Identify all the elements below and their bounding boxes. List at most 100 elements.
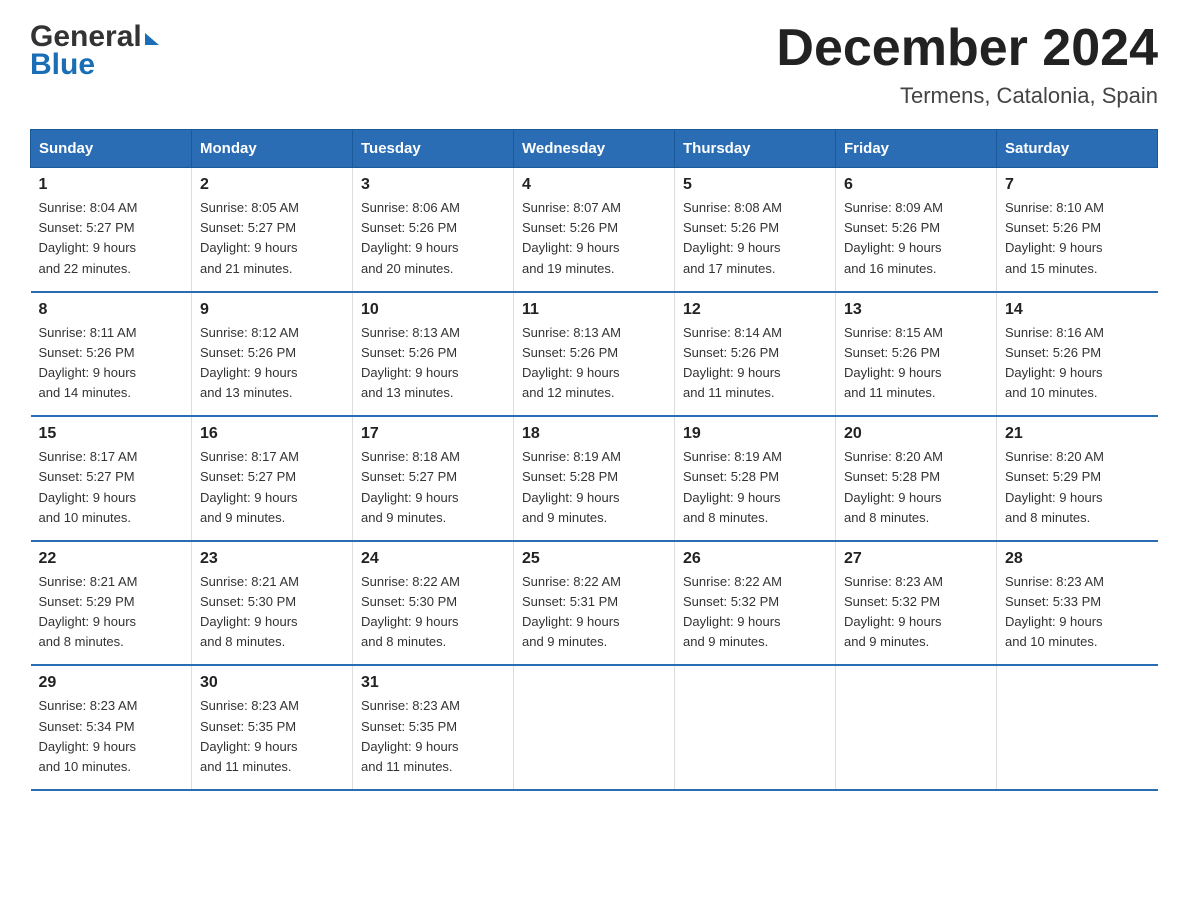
day-info: Sunrise: 8:19 AMSunset: 5:28 PMDaylight:… bbox=[522, 447, 666, 528]
calendar-cell: 3Sunrise: 8:06 AMSunset: 5:26 PMDaylight… bbox=[353, 168, 514, 292]
calendar-cell: 15 Sunrise: 8:17 AMSunset: 5:27 PMDayligh… bbox=[31, 416, 192, 541]
day-info: Sunrise: 8:20 AMSunset: 5:28 PMDaylight:… bbox=[844, 447, 988, 528]
day-number: 15 bbox=[39, 425, 184, 443]
day-info: Sunrise: 8:07 AMSunset: 5:26 PMDaylight:… bbox=[522, 198, 666, 279]
day-info: Sunrise: 8:13 AMSunset: 5:26 PMDaylight:… bbox=[522, 323, 666, 404]
day-info: Sunrise: 8:15 AMSunset: 5:26 PMDaylight:… bbox=[844, 323, 988, 404]
calendar-cell: 8 Sunrise: 8:11 AMSunset: 5:26 PMDaylight… bbox=[31, 292, 192, 417]
calendar-cell: 1 Sunrise: 8:04 AMSunset: 5:27 PMDaylight… bbox=[31, 168, 192, 292]
calendar-cell: 24Sunrise: 8:22 AMSunset: 5:30 PMDayligh… bbox=[353, 541, 514, 666]
calendar-cell: 18 Sunrise: 8:19 AMSunset: 5:28 PMDayligh… bbox=[514, 416, 675, 541]
calendar-cell bbox=[836, 665, 997, 790]
day-info: Sunrise: 8:12 AMSunset: 5:26 PMDaylight:… bbox=[200, 323, 344, 404]
day-number: 10 bbox=[361, 301, 505, 319]
title-block: December 2024 Termens, Catalonia, Spain bbox=[776, 20, 1158, 109]
day-number: 25 bbox=[522, 550, 666, 568]
day-number: 23 bbox=[200, 550, 344, 568]
calendar-header-row: SundayMondayTuesdayWednesdayThursdayFrid… bbox=[31, 130, 1158, 168]
calendar-cell: 29Sunrise: 8:23 AMSunset: 5:34 PMDayligh… bbox=[31, 665, 192, 790]
day-number: 24 bbox=[361, 550, 505, 568]
day-info: Sunrise: 8:17 AMSunset: 5:27 PMDaylight:… bbox=[39, 447, 184, 528]
calendar-cell: 14Sunrise: 8:16 AMSunset: 5:26 PMDayligh… bbox=[997, 292, 1158, 417]
day-number: 8 bbox=[39, 301, 184, 319]
week-row-5: 29Sunrise: 8:23 AMSunset: 5:34 PMDayligh… bbox=[31, 665, 1158, 790]
calendar-cell: 11 Sunrise: 8:13 AMSunset: 5:26 PMDayligh… bbox=[514, 292, 675, 417]
calendar-cell: 27 Sunrise: 8:23 AMSunset: 5:32 PMDayligh… bbox=[836, 541, 997, 666]
calendar-cell: 28Sunrise: 8:23 AMSunset: 5:33 PMDayligh… bbox=[997, 541, 1158, 666]
day-info: Sunrise: 8:23 AMSunset: 5:32 PMDaylight:… bbox=[844, 572, 988, 653]
day-info: Sunrise: 8:05 AMSunset: 5:27 PMDaylight:… bbox=[200, 198, 344, 279]
page-header: General Blue December 2024 Termens, Cata… bbox=[30, 20, 1158, 109]
day-number: 20 bbox=[844, 425, 988, 443]
calendar-cell: 13 Sunrise: 8:15 AMSunset: 5:26 PMDayligh… bbox=[836, 292, 997, 417]
day-number: 7 bbox=[1005, 176, 1150, 194]
calendar-cell: 31Sunrise: 8:23 AMSunset: 5:35 PMDayligh… bbox=[353, 665, 514, 790]
day-number: 30 bbox=[200, 674, 344, 692]
day-info: Sunrise: 8:23 AMSunset: 5:35 PMDaylight:… bbox=[200, 696, 344, 777]
calendar-cell: 6 Sunrise: 8:09 AMSunset: 5:26 PMDaylight… bbox=[836, 168, 997, 292]
calendar-cell: 21 Sunrise: 8:20 AMSunset: 5:29 PMDayligh… bbox=[997, 416, 1158, 541]
calendar-cell: 22 Sunrise: 8:21 AMSunset: 5:29 PMDayligh… bbox=[31, 541, 192, 666]
calendar-table: SundayMondayTuesdayWednesdayThursdayFrid… bbox=[30, 129, 1158, 791]
day-number: 22 bbox=[39, 550, 184, 568]
day-info: Sunrise: 8:23 AMSunset: 5:35 PMDaylight:… bbox=[361, 696, 505, 777]
calendar-cell: 9 Sunrise: 8:12 AMSunset: 5:26 PMDaylight… bbox=[192, 292, 353, 417]
calendar-cell: 12Sunrise: 8:14 AMSunset: 5:26 PMDayligh… bbox=[675, 292, 836, 417]
day-info: Sunrise: 8:22 AMSunset: 5:32 PMDaylight:… bbox=[683, 572, 827, 653]
day-info: Sunrise: 8:06 AMSunset: 5:26 PMDaylight:… bbox=[361, 198, 505, 279]
header-tuesday: Tuesday bbox=[353, 130, 514, 168]
day-number: 18 bbox=[522, 425, 666, 443]
day-info: Sunrise: 8:11 AMSunset: 5:26 PMDaylight:… bbox=[39, 323, 184, 404]
header-friday: Friday bbox=[836, 130, 997, 168]
logo: General Blue bbox=[30, 20, 159, 82]
week-row-1: 1 Sunrise: 8:04 AMSunset: 5:27 PMDaylight… bbox=[31, 168, 1158, 292]
day-number: 6 bbox=[844, 176, 988, 194]
day-info: Sunrise: 8:08 AMSunset: 5:26 PMDaylight:… bbox=[683, 198, 827, 279]
day-info: Sunrise: 8:21 AMSunset: 5:29 PMDaylight:… bbox=[39, 572, 184, 653]
day-number: 16 bbox=[200, 425, 344, 443]
day-number: 12 bbox=[683, 301, 827, 319]
header-saturday: Saturday bbox=[997, 130, 1158, 168]
day-info: Sunrise: 8:10 AMSunset: 5:26 PMDaylight:… bbox=[1005, 198, 1150, 279]
week-row-3: 15 Sunrise: 8:17 AMSunset: 5:27 PMDayligh… bbox=[31, 416, 1158, 541]
day-info: Sunrise: 8:23 AMSunset: 5:34 PMDaylight:… bbox=[39, 696, 184, 777]
day-number: 1 bbox=[39, 176, 184, 194]
logo-blue: Blue bbox=[30, 48, 95, 82]
calendar-cell bbox=[514, 665, 675, 790]
calendar-cell bbox=[675, 665, 836, 790]
day-number: 21 bbox=[1005, 425, 1150, 443]
calendar-cell: 30 Sunrise: 8:23 AMSunset: 5:35 PMDayligh… bbox=[192, 665, 353, 790]
week-row-4: 22 Sunrise: 8:21 AMSunset: 5:29 PMDayligh… bbox=[31, 541, 1158, 666]
day-info: Sunrise: 8:09 AMSunset: 5:26 PMDaylight:… bbox=[844, 198, 988, 279]
day-info: Sunrise: 8:17 AMSunset: 5:27 PMDaylight:… bbox=[200, 447, 344, 528]
day-info: Sunrise: 8:20 AMSunset: 5:29 PMDaylight:… bbox=[1005, 447, 1150, 528]
day-number: 9 bbox=[200, 301, 344, 319]
calendar-cell: 10 Sunrise: 8:13 AMSunset: 5:26 PMDayligh… bbox=[353, 292, 514, 417]
calendar-cell: 7 Sunrise: 8:10 AMSunset: 5:26 PMDaylight… bbox=[997, 168, 1158, 292]
day-info: Sunrise: 8:18 AMSunset: 5:27 PMDaylight:… bbox=[361, 447, 505, 528]
week-row-2: 8 Sunrise: 8:11 AMSunset: 5:26 PMDaylight… bbox=[31, 292, 1158, 417]
day-number: 5 bbox=[683, 176, 827, 194]
calendar-cell: 23Sunrise: 8:21 AMSunset: 5:30 PMDayligh… bbox=[192, 541, 353, 666]
calendar-cell: 26 Sunrise: 8:22 AMSunset: 5:32 PMDayligh… bbox=[675, 541, 836, 666]
header-wednesday: Wednesday bbox=[514, 130, 675, 168]
day-number: 26 bbox=[683, 550, 827, 568]
calendar-cell: 16 Sunrise: 8:17 AMSunset: 5:27 PMDayligh… bbox=[192, 416, 353, 541]
day-info: Sunrise: 8:22 AMSunset: 5:31 PMDaylight:… bbox=[522, 572, 666, 653]
header-monday: Monday bbox=[192, 130, 353, 168]
day-number: 13 bbox=[844, 301, 988, 319]
calendar-cell: 4 Sunrise: 8:07 AMSunset: 5:26 PMDaylight… bbox=[514, 168, 675, 292]
day-number: 11 bbox=[522, 301, 666, 319]
calendar-cell: 25 Sunrise: 8:22 AMSunset: 5:31 PMDayligh… bbox=[514, 541, 675, 666]
header-sunday: Sunday bbox=[31, 130, 192, 168]
day-number: 14 bbox=[1005, 301, 1150, 319]
day-info: Sunrise: 8:04 AMSunset: 5:27 PMDaylight:… bbox=[39, 198, 184, 279]
day-number: 4 bbox=[522, 176, 666, 194]
calendar-cell: 19Sunrise: 8:19 AMSunset: 5:28 PMDayligh… bbox=[675, 416, 836, 541]
day-info: Sunrise: 8:13 AMSunset: 5:26 PMDaylight:… bbox=[361, 323, 505, 404]
subtitle: Termens, Catalonia, Spain bbox=[776, 83, 1158, 109]
day-number: 2 bbox=[200, 176, 344, 194]
calendar-cell: 2 Sunrise: 8:05 AMSunset: 5:27 PMDaylight… bbox=[192, 168, 353, 292]
day-number: 28 bbox=[1005, 550, 1150, 568]
day-number: 27 bbox=[844, 550, 988, 568]
